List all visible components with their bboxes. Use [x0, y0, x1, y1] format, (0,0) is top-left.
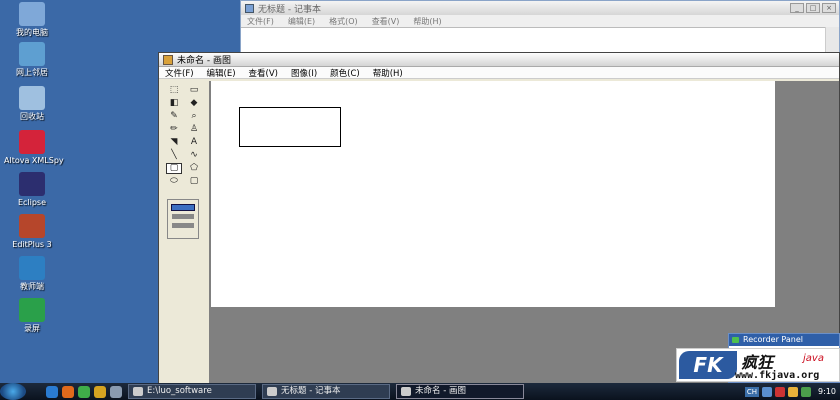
show-desktop-icon[interactable]	[110, 385, 122, 398]
notepad-menu-format[interactable]: 格式(O)	[329, 16, 358, 27]
ellipse-icon[interactable]: ⬭	[166, 176, 182, 187]
notepad-window[interactable]: 无标题 - 记事本 _ □ × 文件(F) 编辑(E) 格式(O) 查看(V) …	[240, 0, 840, 56]
notepad-menubar: 文件(F) 编辑(E) 格式(O) 查看(V) 帮助(H)	[241, 15, 839, 27]
desktop-icon-label: Altova XMLSpy	[4, 156, 64, 165]
network-tray-icon[interactable]	[788, 386, 799, 397]
system-tray: CH 9:10	[744, 386, 840, 397]
desktop-icon-label: 回收站	[20, 112, 44, 121]
desktop-icon[interactable]: 网上邻居	[4, 42, 60, 78]
quick-launch	[46, 385, 122, 398]
desktop-icon[interactable]: 我的电脑	[4, 2, 60, 38]
teacher-icon	[19, 256, 45, 280]
notepad-title: 无标题 - 记事本	[258, 4, 321, 15]
paint-menu-image[interactable]: 图像(I)	[291, 67, 317, 79]
logo-fk: FK	[679, 351, 737, 379]
option-transparent-off[interactable]	[171, 204, 195, 211]
brush-icon[interactable]: ♙	[186, 124, 202, 135]
select-icon[interactable]: ▭	[186, 85, 202, 96]
start-button[interactable]	[0, 383, 26, 400]
paint-menu-view[interactable]: 查看(V)	[249, 67, 278, 79]
antivirus-icon[interactable]	[775, 386, 786, 397]
recycle-bin-icon	[19, 86, 45, 110]
notepad-menu-view[interactable]: 查看(V)	[372, 16, 400, 27]
desktop-icon-label: 录屏	[24, 324, 40, 333]
desktop-icon[interactable]: Eclipse	[4, 172, 60, 208]
taskbar: E:\luo_software 无标题 - 记事本 未命名 - 画图 CH 9:…	[0, 383, 840, 400]
task-notepad[interactable]: 无标题 - 记事本	[262, 384, 390, 399]
curve-icon[interactable]: ∿	[186, 150, 202, 161]
paint-menu-file[interactable]: 文件(F)	[165, 67, 194, 79]
magnifier-icon[interactable]: ⌕	[186, 111, 202, 122]
pick-color-icon[interactable]: ✎	[166, 111, 182, 122]
maximize-button[interactable]: □	[806, 3, 820, 13]
rectangle-icon[interactable]: ▢	[166, 163, 182, 174]
task-explorer[interactable]: E:\luo_software	[128, 384, 256, 399]
notepad-scrollbar[interactable]	[825, 27, 839, 55]
paint-titlebar[interactable]: 未命名 - 画图	[159, 53, 839, 67]
desktop-icon[interactable]: 教师端	[4, 256, 60, 292]
paint-icon	[163, 54, 173, 65]
eraser-icon[interactable]: ◧	[166, 98, 182, 109]
editplus-icon	[19, 214, 45, 238]
option-fill-only[interactable]	[172, 223, 194, 228]
desktop-icon-label: Eclipse	[17, 198, 47, 207]
notepad-menu-file[interactable]: 文件(F)	[247, 16, 274, 27]
notepad-menu-edit[interactable]: 编辑(E)	[288, 16, 315, 27]
desktop-icon-label: 教师端	[20, 282, 44, 291]
minimize-button[interactable]: _	[790, 3, 804, 13]
notepad-icon	[245, 3, 254, 13]
desktop-icon[interactable]: 回收站	[4, 86, 60, 122]
paint-menubar: 文件(F) 编辑(E) 查看(V) 图像(I) 颜色(C) 帮助(H)	[159, 67, 839, 79]
firefox-icon[interactable]	[62, 385, 74, 398]
computer-icon	[19, 2, 45, 26]
notepad-text-area[interactable]	[241, 27, 825, 55]
line-icon[interactable]: ╲	[166, 150, 182, 161]
recorder-panel-title: Recorder Panel	[729, 334, 839, 346]
paint-menu-help[interactable]: 帮助(H)	[373, 67, 403, 79]
notepad-titlebar[interactable]: 无标题 - 记事本 _ □ ×	[241, 1, 839, 15]
ime-indicator[interactable]: CH	[744, 386, 760, 397]
help-icon[interactable]	[762, 386, 773, 397]
notepad-menu-help[interactable]: 帮助(H)	[413, 16, 441, 27]
option-filled[interactable]	[172, 214, 194, 219]
paint-menu-edit[interactable]: 编辑(E)	[207, 67, 236, 79]
text-icon[interactable]: A	[186, 137, 202, 148]
eclipse-icon	[19, 172, 45, 196]
paint-canvas[interactable]	[211, 81, 775, 307]
pencil-icon[interactable]: ✏	[166, 124, 182, 135]
recorder-icon	[19, 298, 45, 322]
paint-menu-colors[interactable]: 颜色(C)	[330, 67, 360, 79]
ie-icon[interactable]	[46, 385, 58, 398]
paint-title: 未命名 - 画图	[177, 56, 231, 66]
desktop-icon-label: 网上邻居	[16, 68, 48, 77]
rounded-rectangle-icon[interactable]: ▢	[186, 176, 202, 187]
folder-icon[interactable]	[94, 385, 106, 398]
xmlspy-icon	[19, 130, 45, 154]
fill-icon[interactable]: ◆	[186, 98, 202, 109]
desktop-icon[interactable]: Altova XMLSpy	[4, 130, 64, 166]
polygon-icon[interactable]: ⬠	[186, 163, 202, 174]
free-select-icon[interactable]: ⬚	[166, 85, 182, 96]
paint-toolbox: ⬚ ▭ ◧ ◆ ✎ ⌕ ✏ ♙ ◥ A ╲ ∿ ▢ ⬠ ⬭ ▢	[163, 81, 205, 381]
desktop-icon-label: EditPlus 3	[12, 240, 52, 249]
close-button[interactable]: ×	[822, 3, 836, 13]
task-paint[interactable]: 未命名 - 画图	[396, 384, 524, 399]
desktop-icon[interactable]: 录屏	[4, 298, 60, 334]
airbrush-icon[interactable]: ◥	[166, 137, 182, 148]
logo-url: www.fkjava.org	[735, 370, 820, 381]
media-icon[interactable]	[78, 385, 90, 398]
volume-icon[interactable]	[801, 386, 812, 397]
logo-en: java	[803, 353, 824, 364]
tool-options	[167, 199, 199, 239]
desktop-icon[interactable]: EditPlus 3	[4, 214, 60, 250]
drawn-rectangle	[239, 107, 341, 147]
network-icon	[19, 42, 45, 66]
clock: 9:10	[818, 387, 836, 396]
desktop-icon-label: 我的电脑	[16, 28, 48, 37]
fkjava-logo: FK 疯狂 java www.fkjava.org	[676, 348, 840, 382]
